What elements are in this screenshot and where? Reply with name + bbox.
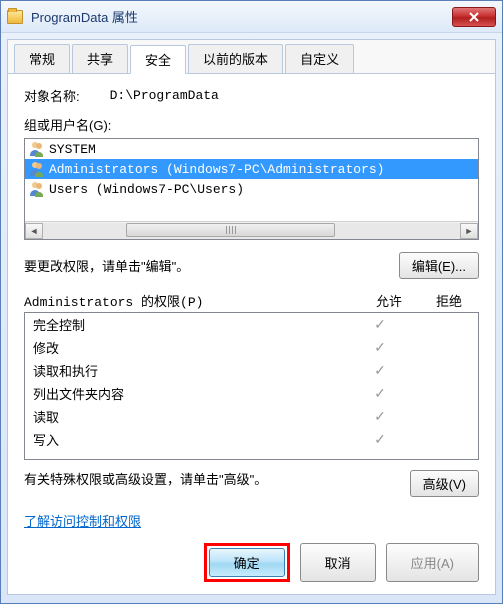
perm-header-name: Administrators 的权限(P) [24, 291, 359, 310]
security-panel: 对象名称: D:\ProgramData 组或用户名(G): SYSTEM Ad… [8, 74, 495, 540]
scroll-right-button[interactable]: ► [460, 223, 478, 239]
scroll-left-button[interactable]: ◄ [25, 223, 43, 239]
checkmark-icon: ✓ [350, 316, 410, 333]
checkmark-icon: ✓ [350, 408, 410, 425]
list-item[interactable]: Users (Windows7-PC\Users) [25, 179, 478, 199]
cancel-button[interactable]: 取消 [300, 543, 376, 582]
edit-hint: 要更改权限，请单击"编辑"。 [24, 256, 399, 275]
object-path: D:\ProgramData [110, 88, 219, 103]
object-row: 对象名称: D:\ProgramData [24, 86, 479, 105]
checkmark-icon: ✓ [350, 339, 410, 356]
group-icon [29, 181, 45, 197]
tab-general[interactable]: 常规 [14, 44, 70, 73]
groups-listbox[interactable]: SYSTEM Administrators (Windows7-PC\Admin… [24, 138, 479, 240]
perm-row: 修改✓ [25, 336, 478, 359]
highlight-annotation: 确定 [204, 543, 290, 582]
tab-custom[interactable]: 自定义 [285, 44, 354, 73]
apply-button[interactable]: 应用(A) [386, 543, 479, 582]
folder-icon [7, 10, 23, 24]
groups-label: 组或用户名(G): [24, 115, 479, 134]
tab-sharing[interactable]: 共享 [72, 44, 128, 73]
list-item-label: Administrators (Windows7-PC\Administrato… [49, 162, 384, 177]
titlebar: ProgramData 属性 [1, 1, 502, 33]
permissions-listbox: 完全控制✓ 修改✓ 读取和执行✓ 列出文件夹内容✓ 读取✓ 写入✓ [24, 312, 479, 460]
object-label: 对象名称: [24, 86, 80, 105]
close-button[interactable] [452, 7, 496, 27]
list-item-label: Users (Windows7-PC\Users) [49, 182, 244, 197]
group-icon [29, 141, 45, 157]
horizontal-scrollbar[interactable]: ◄ ► [25, 221, 478, 239]
advanced-button[interactable]: 高级(V) [410, 470, 479, 497]
content-area: 常规 共享 安全 以前的版本 自定义 对象名称: D:\ProgramData … [7, 39, 496, 595]
scroll-thumb[interactable] [126, 223, 335, 237]
learn-link[interactable]: 了解访问控制和权限 [24, 511, 141, 530]
edit-button[interactable]: 编辑(E)... [399, 252, 479, 279]
close-icon [469, 12, 479, 22]
list-item[interactable]: SYSTEM [25, 139, 478, 159]
tab-previous[interactable]: 以前的版本 [188, 44, 283, 73]
advanced-hint: 有关特殊权限或高级设置，请单击"高级"。 [24, 470, 410, 490]
list-item[interactable]: Administrators (Windows7-PC\Administrato… [25, 159, 478, 179]
perm-header-deny: 拒绝 [419, 291, 479, 310]
dialog-buttons: 确定 取消 应用(A) [204, 543, 479, 582]
perm-row: 完全控制✓ [25, 313, 478, 336]
perm-row: 读取✓ [25, 405, 478, 428]
perm-row: 读取和执行✓ [25, 359, 478, 382]
list-item-label: SYSTEM [49, 142, 96, 157]
scroll-track[interactable] [43, 223, 460, 239]
properties-window: ProgramData 属性 常规 共享 安全 以前的版本 自定义 对象名称: … [0, 0, 503, 604]
perm-row: 列出文件夹内容✓ [25, 382, 478, 405]
perm-row: 写入✓ [25, 428, 478, 451]
tab-security[interactable]: 安全 [130, 45, 186, 74]
perm-header-allow: 允许 [359, 291, 419, 310]
permissions-header: Administrators 的权限(P) 允许 拒绝 [24, 291, 479, 310]
window-title: ProgramData 属性 [31, 7, 452, 26]
group-icon [29, 161, 45, 177]
tab-strip: 常规 共享 安全 以前的版本 自定义 [8, 40, 495, 74]
edit-row: 要更改权限，请单击"编辑"。 编辑(E)... [24, 252, 479, 279]
checkmark-icon: ✓ [350, 431, 410, 448]
checkmark-icon: ✓ [350, 362, 410, 379]
advanced-row: 有关特殊权限或高级设置，请单击"高级"。 高级(V) [24, 470, 479, 497]
checkmark-icon: ✓ [350, 385, 410, 402]
ok-button[interactable]: 确定 [209, 548, 285, 577]
